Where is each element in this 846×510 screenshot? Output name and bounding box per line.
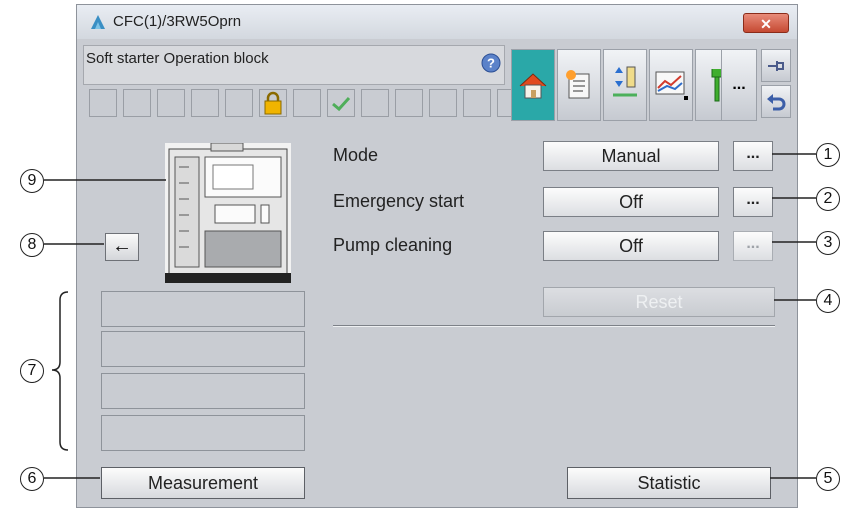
device-image — [165, 143, 291, 283]
arrow-left-icon: ← — [112, 235, 132, 257]
pump-cleaning-value-button[interactable]: Off — [543, 231, 719, 261]
back-button[interactable]: ← — [105, 233, 139, 261]
tool-pin[interactable] — [761, 49, 791, 82]
mode-label: Mode — [333, 145, 379, 165]
check-icon — [332, 96, 351, 112]
status-cell-check — [327, 89, 355, 117]
callout-7: 7 — [20, 359, 44, 383]
emergency-start-value-button[interactable]: Off — [543, 187, 719, 217]
undo-icon — [767, 93, 786, 110]
more-label: ... — [732, 76, 746, 93]
tool-messages[interactable] — [557, 49, 601, 121]
tool-parameter[interactable] — [603, 49, 647, 121]
callout-8: 8 — [20, 233, 44, 257]
status-cell — [463, 89, 491, 117]
status-cell — [89, 89, 117, 117]
tool-trend[interactable] — [649, 49, 693, 121]
callout-1: 1 — [816, 143, 840, 167]
close-button[interactable]: ✕ — [743, 13, 789, 33]
status-cell-lock — [259, 89, 287, 117]
status-cell — [293, 89, 321, 117]
help-icon[interactable]: ? — [481, 53, 501, 73]
lock-icon — [264, 91, 282, 115]
statistic-button[interactable]: Statistic — [567, 467, 771, 499]
close-icon: ✕ — [760, 16, 772, 32]
mode-more-button[interactable]: ... — [733, 141, 773, 171]
measurement-button[interactable]: Measurement — [101, 467, 305, 499]
callout-6: 6 — [20, 467, 44, 491]
callout-4: 4 — [816, 289, 840, 313]
status-cell — [225, 89, 253, 117]
tool-more[interactable]: ... — [721, 49, 757, 121]
svg-text:?: ? — [487, 56, 495, 71]
window-title: CFC(1)/3RW5Oprn — [113, 13, 242, 30]
pin-icon — [768, 60, 784, 71]
callout-9: 9 — [20, 169, 44, 193]
navigation-slot — [101, 331, 305, 367]
navigation-slot — [101, 415, 305, 451]
status-cell — [157, 89, 185, 117]
app-icon — [91, 15, 105, 29]
tool-home[interactable] — [511, 49, 555, 121]
trend-icon — [655, 71, 688, 100]
status-cell — [191, 89, 219, 117]
emergency-start-more-button[interactable]: ... — [733, 187, 773, 217]
status-cell — [123, 89, 151, 117]
pump-cleaning-label: Pump cleaning — [333, 235, 453, 255]
home-icon — [519, 73, 547, 99]
title-bar[interactable]: CFC(1)/3RW5Oprn ✕ — [77, 5, 797, 39]
header-panel: Soft starter Operation block — [83, 45, 505, 85]
status-cell — [395, 89, 423, 117]
status-cell — [429, 89, 457, 117]
callout-2: 2 — [816, 187, 840, 211]
block-title: Soft starter Operation block — [86, 50, 269, 67]
message-list-icon — [566, 70, 590, 99]
divider — [333, 325, 775, 326]
navigation-slot — [101, 373, 305, 409]
emergency-start-label: Emergency start — [333, 191, 465, 211]
reset-button[interactable]: Reset — [543, 287, 775, 317]
mode-value-button[interactable]: Manual — [543, 141, 719, 171]
pump-cleaning-more-button[interactable]: ... — [733, 231, 773, 261]
faceplate-window: CFC(1)/3RW5Oprn ✕ Soft starter Operation… — [76, 4, 798, 508]
tool-undo[interactable] — [761, 85, 791, 118]
navigation-slot — [101, 291, 305, 327]
status-cell — [361, 89, 389, 117]
callout-3: 3 — [816, 231, 840, 255]
parameter-icon — [613, 66, 637, 97]
callout-5: 5 — [816, 467, 840, 491]
